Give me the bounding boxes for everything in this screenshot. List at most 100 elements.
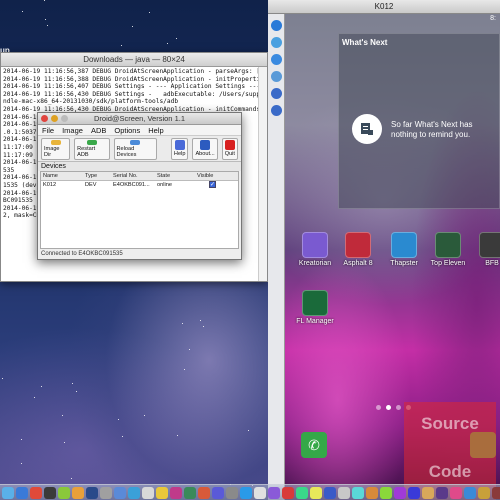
app-kreatorian[interactable]: Kreatorian xyxy=(295,232,335,267)
app-top-eleven[interactable]: Top Eleven xyxy=(428,232,468,267)
about-button[interactable]: About... xyxy=(192,138,218,160)
dock-app-icon[interactable] xyxy=(296,486,308,499)
zoom-window-icon[interactable] xyxy=(61,115,68,122)
dock-app-icon[interactable] xyxy=(128,486,140,499)
star xyxy=(21,439,23,441)
menu-item-help[interactable]: Help xyxy=(148,125,163,135)
dock-app-icon[interactable] xyxy=(30,486,42,499)
column-header-state[interactable]: State xyxy=(157,172,197,180)
dock-app-icon[interactable] xyxy=(170,486,182,499)
terminal-scrollbar[interactable] xyxy=(258,67,267,281)
star xyxy=(167,43,169,45)
sidebar-settings-icon[interactable] xyxy=(270,20,282,31)
menu-item-image[interactable]: Image xyxy=(62,125,83,135)
dock-app-icon[interactable] xyxy=(58,486,70,499)
star xyxy=(63,442,65,444)
close-window-icon[interactable] xyxy=(41,115,48,122)
thapster-icon xyxy=(391,232,417,258)
column-header-visible[interactable]: Visible xyxy=(197,172,237,180)
dock-app-icon[interactable] xyxy=(492,486,500,499)
star xyxy=(200,320,202,322)
devices-table: Name Type Serial No. State Visible K012 DEV E4… xyxy=(40,171,239,249)
app-thapster[interactable]: Thapster xyxy=(384,232,424,267)
dock-app-icon[interactable] xyxy=(394,486,406,499)
minimize-window-icon[interactable] xyxy=(51,115,58,122)
star xyxy=(76,390,78,392)
dock-app-icon[interactable] xyxy=(240,486,252,499)
dock-app-icon[interactable] xyxy=(464,486,476,499)
star xyxy=(41,386,43,388)
dock-app-icon[interactable] xyxy=(352,486,364,499)
phone-app-icon[interactable]: ✆ xyxy=(301,432,327,458)
dock-app-icon[interactable] xyxy=(100,486,112,499)
restart-adb-button[interactable]: Restart ADB xyxy=(74,138,110,160)
app-bfb[interactable]: BFB xyxy=(472,232,500,267)
dock-app-icon[interactable] xyxy=(324,486,336,499)
sidebar-zoom-out-icon[interactable] xyxy=(270,105,282,116)
visible-checkbox[interactable]: ✓ xyxy=(209,181,216,188)
watermark-line-2: Code xyxy=(428,462,472,481)
cell-type: DEV xyxy=(85,182,97,188)
dock-app-icon[interactable] xyxy=(268,486,280,499)
quit-button[interactable]: Quit xyxy=(221,138,238,160)
dock-app-icon[interactable] xyxy=(226,486,238,499)
menu-item-adb[interactable]: ADB xyxy=(91,125,106,135)
droid-window-title: Droid@Screen, Version 1.1 xyxy=(94,114,185,123)
star xyxy=(2,378,4,380)
dock-app-icon[interactable] xyxy=(16,486,28,499)
table-row[interactable]: K012 DEV E4OKBC091... online ✓ xyxy=(41,181,238,189)
dock-app-icon[interactable] xyxy=(282,486,294,499)
mac-desktop: up Downloads — java — 80×24 2014-06-19 1… xyxy=(0,0,268,500)
sidebar-screenshot-icon[interactable] xyxy=(270,71,282,82)
dock-app-icon[interactable] xyxy=(86,486,98,499)
dock-app-icon[interactable] xyxy=(2,486,14,499)
image-dir-button[interactable]: Image Dir xyxy=(41,138,71,160)
star xyxy=(148,12,150,14)
dock-app-icon[interactable] xyxy=(198,486,210,499)
dock-app-icon[interactable] xyxy=(142,486,154,499)
menu-item-file[interactable]: File xyxy=(42,125,54,135)
toolbar-button-label: Image Dir xyxy=(44,146,60,158)
dock-app-icon[interactable] xyxy=(380,486,392,499)
android-status-time: 8: xyxy=(490,15,496,22)
dock-app-icon[interactable] xyxy=(156,486,168,499)
dock-app-icon[interactable] xyxy=(44,486,56,499)
dock-app-icon[interactable] xyxy=(254,486,266,499)
dock-app-icon[interactable] xyxy=(114,486,126,499)
dock-app-icon[interactable] xyxy=(338,486,350,499)
help-button[interactable]: Help xyxy=(170,138,189,160)
app-asphalt-8[interactable]: Asphalt 8 xyxy=(338,232,378,267)
star xyxy=(132,26,134,28)
asphalt-8-icon xyxy=(345,232,371,258)
sidebar-rotate-icon[interactable] xyxy=(270,54,282,65)
bfb-icon xyxy=(479,232,500,258)
dock-app-icon[interactable] xyxy=(478,486,490,499)
dock-app-icon[interactable] xyxy=(212,486,224,499)
droid-at-screen-window[interactable]: Droid@Screen, Version 1.1 File Image ADB Op… xyxy=(37,112,242,260)
dock-app-icon[interactable] xyxy=(184,486,196,499)
dock-app-icon[interactable] xyxy=(72,486,84,499)
dock-app-icon[interactable] xyxy=(450,486,462,499)
dock-app-icon[interactable] xyxy=(436,486,448,499)
dock-app-icon[interactable] xyxy=(408,486,420,499)
star xyxy=(120,45,122,47)
fl-manager-icon xyxy=(302,290,328,316)
column-header-type[interactable]: Type xyxy=(85,172,113,180)
menu-item-options[interactable]: Options xyxy=(114,125,140,135)
column-header-serial-no[interactable]: Serial No. xyxy=(113,172,157,180)
mac-dock xyxy=(0,484,500,500)
star xyxy=(183,368,185,370)
dock-app-icon[interactable] xyxy=(366,486,378,499)
app-fl-manager[interactable]: FL Manager xyxy=(295,290,335,325)
dock-app-icon[interactable] xyxy=(422,486,434,499)
sidebar-zoom-in-icon[interactable] xyxy=(270,88,282,99)
help-icon xyxy=(174,140,185,150)
cell-serial: E4OKBC091... xyxy=(113,182,150,188)
terminal-line: 2014-06-19 11:16:56,387 DEBUG DroidAtScr… xyxy=(3,68,264,75)
column-header-name[interactable]: Name xyxy=(41,172,85,180)
whats-next-widget[interactable]: What's Next So far What's Next has nothi… xyxy=(338,33,500,209)
dock-app-icon[interactable] xyxy=(310,486,322,499)
reload-devices-button[interactable]: Reload Devices xyxy=(113,138,157,160)
sidebar-refresh-icon[interactable] xyxy=(270,37,282,48)
star xyxy=(21,10,23,12)
